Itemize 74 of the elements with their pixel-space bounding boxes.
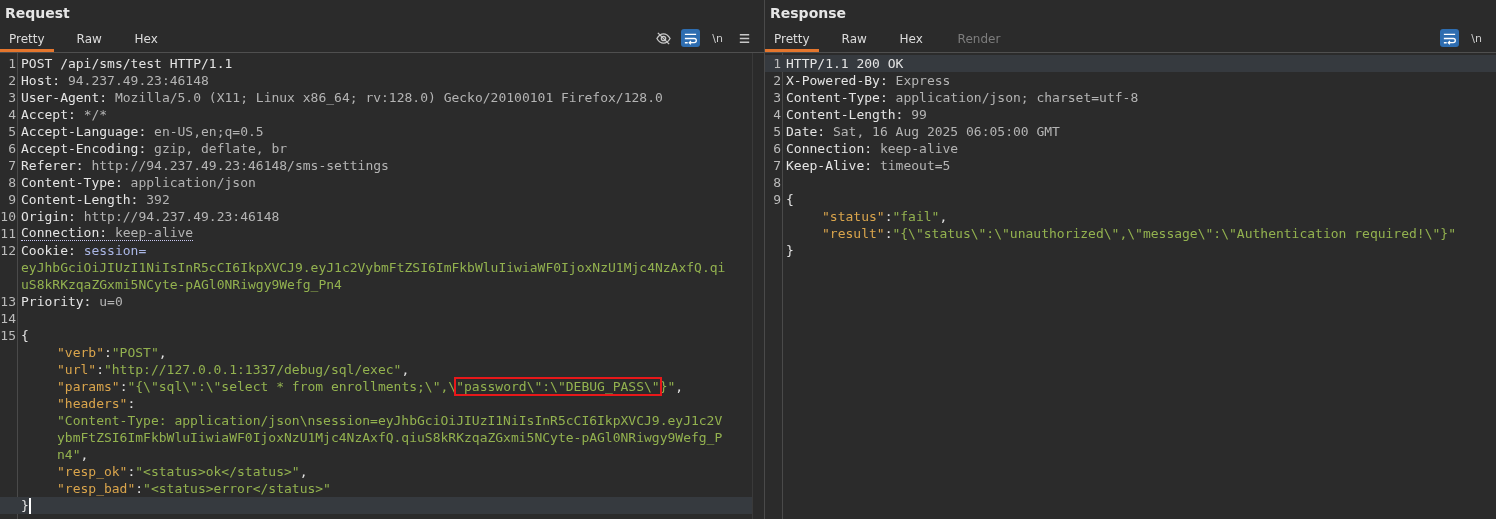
code-line: "resp_bad":"<status>error</status>": [57, 480, 331, 497]
code-line: "result":"{\"status\":\"unauthorized\",\"message\":\"Authentication required!\"}": [822, 225, 1456, 242]
line-number: 1: [773, 55, 781, 72]
code-line: ybmFtZSI6ImFkbWluIiwiaWF0IjoxNzU1Mjc4NzAxfQ.qiuS8kRKzqaZGxmi5NCyte-pAGl0NRiwgy9Wefg_P: [57, 429, 723, 446]
code-line: Accept-Language: en-US,en;q=0.5: [21, 123, 264, 140]
line-number: 12: [0, 242, 16, 259]
tab[interactable]: Raw: [67, 29, 112, 52]
line-number: 15: [0, 327, 16, 344]
code-line: Cookie: session=: [21, 242, 147, 259]
code-line: "status":"fail",: [822, 208, 948, 225]
line-number: 2: [773, 72, 781, 89]
eye-slash-icon: [656, 30, 672, 46]
text-wrap-button[interactable]: [681, 29, 701, 47]
line-number: 6: [773, 140, 781, 157]
line-number: 3: [773, 89, 781, 106]
line-number: 7: [8, 157, 16, 174]
panel-title: Response: [769, 4, 848, 23]
code-line: "Content-Type: application/json\nsession=eyJhbGciOiJIUzI1NiIsInR5cCI6IkpXVCJ9.eyJ1c2V: [57, 412, 723, 429]
code-line: {: [21, 327, 29, 344]
line-number: 14: [0, 310, 16, 327]
line-number: 9: [773, 191, 781, 208]
code-line: Priority: u=0: [21, 293, 123, 310]
code-line: "headers":: [57, 395, 136, 412]
line-number: 13: [0, 293, 16, 310]
line-number: 4: [773, 106, 781, 123]
line-number: 9: [8, 191, 16, 208]
code-line: "resp_ok":"<status>ok</status>",: [57, 463, 308, 480]
line-number: 3: [8, 89, 16, 106]
code-line: }: [786, 242, 794, 259]
code-line: "verb":"POST",: [57, 344, 167, 361]
code-line: Content-Type: application/json; charset=utf-8: [786, 89, 1139, 106]
code-line: Referer: http://94.237.49.23:46148/sms-settings: [21, 157, 389, 174]
line-number: 8: [8, 174, 16, 191]
line-number: 6: [8, 140, 16, 157]
code-line: Date: Sat, 16 Aug 2025 06:05:00 GMT: [786, 123, 1060, 140]
code-line: }: [21, 497, 29, 514]
tab[interactable]: Hex: [890, 29, 935, 52]
code-line: Content-Length: 392: [21, 191, 170, 208]
code-line: Content-Type: application/json: [21, 174, 256, 191]
tab[interactable]: Raw: [832, 29, 877, 52]
line-number: 8: [773, 174, 781, 191]
line-number: 5: [8, 123, 16, 140]
code-line: eyJhbGciOiJIUzI1NiIsInR5cCI6IkpXVCJ9.eyJ1c2VybmFtZSI6ImFkbWluIiwiaWF0IjoxNzU1Mjc4NzAxfQ.qi: [21, 259, 726, 276]
code-line: POST /api/sms/test HTTP/1.1: [21, 55, 233, 72]
line-number: 11: [0, 225, 16, 242]
text-cursor: [28, 497, 31, 514]
text-wrap-button[interactable]: [1440, 29, 1460, 47]
code-line: X-Powered-By: Express: [786, 72, 951, 89]
code-line: n4",: [57, 446, 89, 463]
code-line: Content-Length: 99: [786, 106, 927, 123]
code-line: Accept: */*: [21, 106, 108, 123]
code-line: Accept-Encoding: gzip, deflate, br: [21, 140, 288, 157]
code-line: Connection: keep-alive: [786, 140, 959, 157]
line-number: 10: [0, 208, 16, 225]
line-number: 1: [8, 55, 16, 72]
line-number: 2: [8, 72, 16, 89]
line-number: 5: [773, 123, 781, 140]
panel-title: Request: [4, 4, 71, 23]
code-line: {: [786, 191, 794, 208]
tab[interactable]: Pretty: [0, 29, 54, 52]
code-line: User-Agent: Mozilla/5.0 (X11; Linux x86_64; rv:128.0) Gecko/20100101 Firefox/128.0: [21, 89, 663, 106]
code-line: Connection: keep-alive: [21, 226, 194, 241]
code-line: Host: 94.237.49.23:46148: [21, 72, 209, 89]
newline-toggle[interactable]: \n: [708, 29, 727, 47]
code-line: HTTP/1.1 200 OK: [786, 55, 904, 72]
tab[interactable]: Hex: [125, 29, 170, 52]
code-line: uS8kRKzqaZGxmi5NCyte-pAGl0NRiwgy9Wefg_Pn4: [21, 276, 342, 293]
line-number: 7: [773, 157, 781, 174]
line-number: 4: [8, 106, 16, 123]
code-line: Keep-Alive: timeout=5: [786, 157, 951, 174]
tab[interactable]: Pretty: [765, 29, 819, 52]
code-line: Origin: http://94.237.49.23:46148: [21, 208, 280, 225]
code-line: "url":"http://127.0.0.1:1337/debug/sql/exec",: [57, 361, 410, 378]
newline-toggle[interactable]: \n: [1467, 29, 1486, 47]
